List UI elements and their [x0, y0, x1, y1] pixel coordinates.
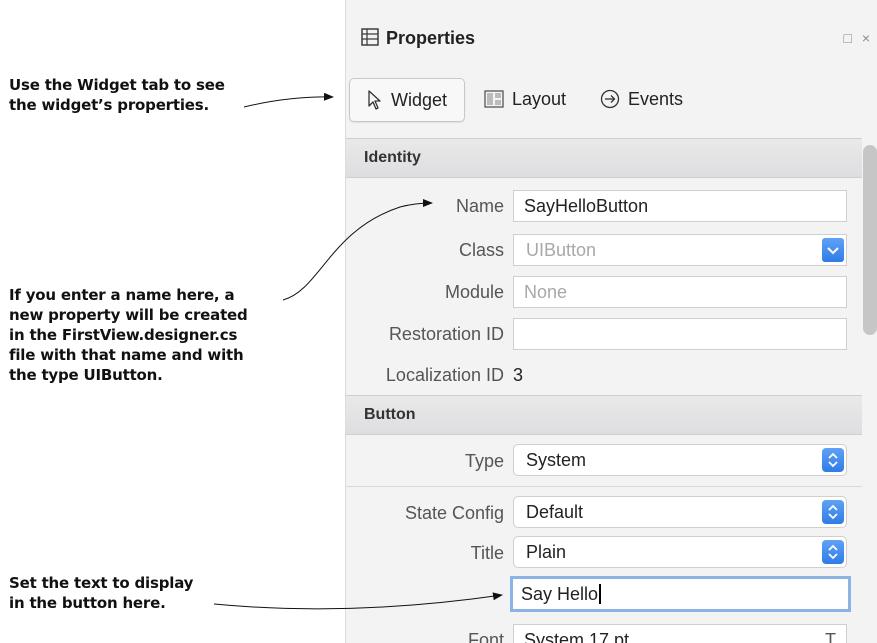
layout-icon: [484, 90, 504, 108]
callout-line: If you enter a name here, a: [9, 286, 235, 304]
state-config-popup[interactable]: Default: [513, 496, 847, 528]
title-style-value: Plain: [526, 541, 567, 562]
title-text-value: Say Hello: [521, 583, 599, 604]
chevron-down-icon: [827, 247, 839, 255]
class-value: UIButton: [526, 239, 597, 260]
font-picker-icon[interactable]: T: [825, 630, 836, 643]
restoration-id-label: Restoration ID: [388, 324, 504, 344]
title-style-stepper[interactable]: [822, 540, 844, 564]
callout-line: file with that name and with: [9, 346, 244, 364]
class-label: Class: [458, 240, 504, 260]
state-config-label: State Config: [404, 503, 504, 523]
tab-layout-label: Layout: [512, 88, 567, 109]
section-identity[interactable]: Identity: [346, 138, 862, 178]
font-field[interactable]: System 17 pt T: [513, 624, 847, 643]
name-label: Name: [455, 196, 504, 216]
localization-id-label: Localization ID: [385, 365, 504, 385]
callout-title-text: Set the text to display in the button he…: [9, 573, 193, 613]
class-dropdown-button[interactable]: [822, 238, 844, 262]
text-cursor: [599, 584, 601, 604]
window-buttons: □ ×: [837, 30, 870, 46]
arrow-to-widget-tab: [243, 92, 334, 108]
title-label: Title: [470, 543, 504, 563]
tab-widget-label: Widget: [390, 89, 448, 110]
module-label: Module: [444, 282, 504, 302]
title-text-field[interactable]: Say Hello: [510, 576, 851, 612]
properties-icon: [361, 28, 379, 51]
maximize-icon[interactable]: □: [843, 30, 851, 46]
callout-name-field: If you enter a name here, a new property…: [9, 285, 248, 385]
panel-header: Properties □ ×: [346, 0, 877, 70]
type-label: Type: [464, 451, 504, 471]
tab-events[interactable]: Events: [600, 78, 683, 120]
properties-panel: Properties □ × Widget Layout Events Iden…: [345, 0, 877, 643]
updown-chevron-icon: [828, 452, 838, 468]
updown-chevron-icon: [828, 504, 838, 520]
events-arrow-icon: [600, 89, 620, 109]
tab-widget[interactable]: Widget: [349, 78, 465, 122]
tab-layout[interactable]: Layout: [484, 78, 566, 120]
tab-events-label: Events: [628, 88, 684, 109]
cursor-arrow-icon: [368, 90, 381, 110]
module-field[interactable]: None: [513, 276, 847, 308]
title-style-popup[interactable]: Plain: [513, 536, 847, 568]
divider: [346, 486, 862, 487]
section-button[interactable]: Button: [346, 395, 862, 435]
restoration-id-field[interactable]: [513, 318, 847, 350]
state-config-stepper[interactable]: [822, 500, 844, 524]
updown-chevron-icon: [828, 544, 838, 560]
callout-line: in the button here.: [9, 594, 166, 612]
callout-widget-tab: Use the Widget tab to see the widget’s p…: [9, 75, 225, 115]
font-value: System 17 pt: [524, 629, 630, 643]
callout-line: in the FirstView.designer.cs: [9, 326, 238, 344]
state-config-value: Default: [526, 501, 584, 522]
type-value: System: [526, 449, 587, 470]
callout-line: new property will be created: [9, 306, 248, 324]
type-stepper[interactable]: [822, 448, 844, 472]
class-combo[interactable]: UIButton: [513, 234, 847, 266]
scrollbar[interactable]: [863, 145, 877, 335]
font-label: Font: [467, 630, 504, 643]
panel-title: Properties: [386, 28, 476, 48]
localization-id-value: 3: [513, 365, 524, 385]
callout-line: Use the Widget tab to see: [9, 76, 225, 94]
callout-line: the widget’s properties.: [9, 96, 209, 114]
type-popup[interactable]: System: [513, 444, 847, 476]
close-icon[interactable]: ×: [862, 30, 870, 46]
callout-line: the type UIButton.: [9, 366, 163, 384]
callout-line: Set the text to display: [9, 574, 194, 592]
name-field[interactable]: SayHelloButton: [513, 190, 847, 222]
